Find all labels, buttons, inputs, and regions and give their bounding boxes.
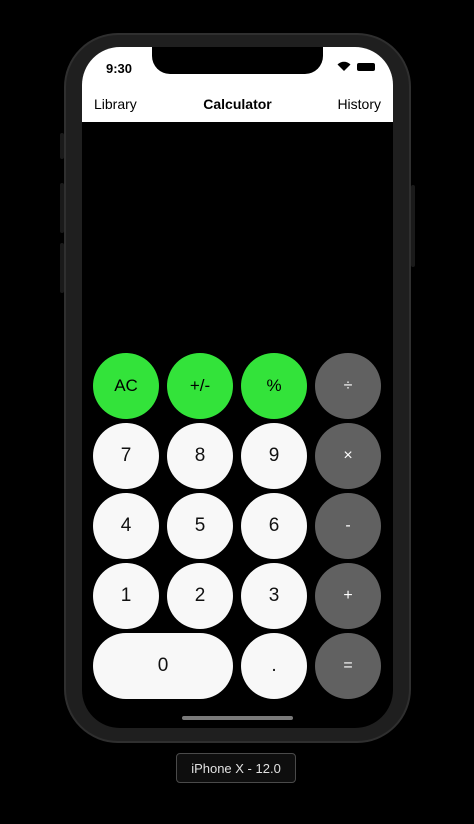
decimal-button[interactable]: .: [241, 633, 307, 699]
device-label: iPhone X - 12.0: [176, 753, 296, 783]
sign-toggle-button[interactable]: +/-: [167, 353, 233, 419]
digit-3-button[interactable]: 3: [241, 563, 307, 629]
digit-1-button[interactable]: 1: [93, 563, 159, 629]
notch: [152, 47, 323, 74]
subtract-button[interactable]: -: [315, 493, 381, 559]
digit-9-button[interactable]: 9: [241, 423, 307, 489]
phone-screen: 9:30 Library Calculator History AC +/- %…: [82, 47, 393, 728]
digit-7-button[interactable]: 7: [93, 423, 159, 489]
digit-2-button[interactable]: 2: [167, 563, 233, 629]
wifi-icon: [337, 61, 351, 73]
digit-0-button[interactable]: 0: [93, 633, 233, 699]
multiply-button[interactable]: ×: [315, 423, 381, 489]
digit-8-button[interactable]: 8: [167, 423, 233, 489]
clear-button[interactable]: AC: [93, 353, 159, 419]
digit-6-button[interactable]: 6: [241, 493, 307, 559]
digit-5-button[interactable]: 5: [167, 493, 233, 559]
history-button[interactable]: History: [337, 96, 381, 112]
status-time: 9:30: [106, 61, 133, 76]
power-button: [411, 185, 415, 267]
status-icons: [337, 61, 375, 73]
digit-4-button[interactable]: 4: [93, 493, 159, 559]
volume-up-button: [60, 183, 64, 233]
home-indicator[interactable]: [182, 716, 293, 720]
percent-button[interactable]: %: [241, 353, 307, 419]
divide-button[interactable]: ÷: [315, 353, 381, 419]
battery-icon: [357, 63, 375, 71]
equals-button[interactable]: =: [315, 633, 381, 699]
volume-down-button: [60, 243, 64, 293]
mute-switch: [60, 133, 64, 159]
navigation-bar: 9:30 Library Calculator History: [82, 47, 393, 122]
add-button[interactable]: +: [315, 563, 381, 629]
